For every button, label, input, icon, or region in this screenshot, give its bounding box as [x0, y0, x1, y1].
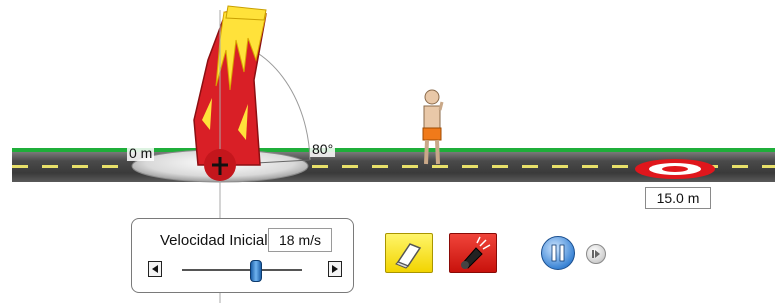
projectile-simulation: 0 m 80° 15.0 m Velocidad Inicial 18 m/s — [0, 0, 775, 303]
angle-label[interactable]: 80° — [310, 141, 336, 157]
arrow-right-icon — [332, 265, 338, 273]
origin-label: 0 m — [127, 145, 155, 161]
velocity-control-panel: Velocidad Inicial 18 m/s — [131, 218, 354, 293]
velocity-slider-thumb[interactable] — [250, 260, 263, 282]
velocity-slider-track[interactable] — [182, 269, 302, 271]
step-forward-icon — [592, 250, 600, 258]
velocity-label: Velocidad Inicial — [160, 232, 268, 249]
eraser-icon — [395, 243, 422, 269]
erase-trajectories-button[interactable] — [385, 233, 433, 273]
velocity-decrease-button[interactable] — [148, 261, 162, 277]
target-icon — [635, 159, 715, 179]
arrow-left-icon — [152, 265, 158, 273]
fire-cannon-icon — [461, 236, 491, 269]
step-forward-button[interactable] — [586, 244, 606, 264]
target-distance-readout[interactable]: 15.0 m — [645, 187, 711, 209]
person-icon[interactable] — [418, 88, 446, 168]
velocity-value-field[interactable]: 18 m/s — [268, 228, 332, 252]
fire-cannon-button[interactable] — [449, 233, 497, 273]
velocity-increase-button[interactable] — [328, 261, 342, 277]
pause-icon — [551, 244, 565, 262]
pause-button[interactable] — [541, 236, 575, 270]
